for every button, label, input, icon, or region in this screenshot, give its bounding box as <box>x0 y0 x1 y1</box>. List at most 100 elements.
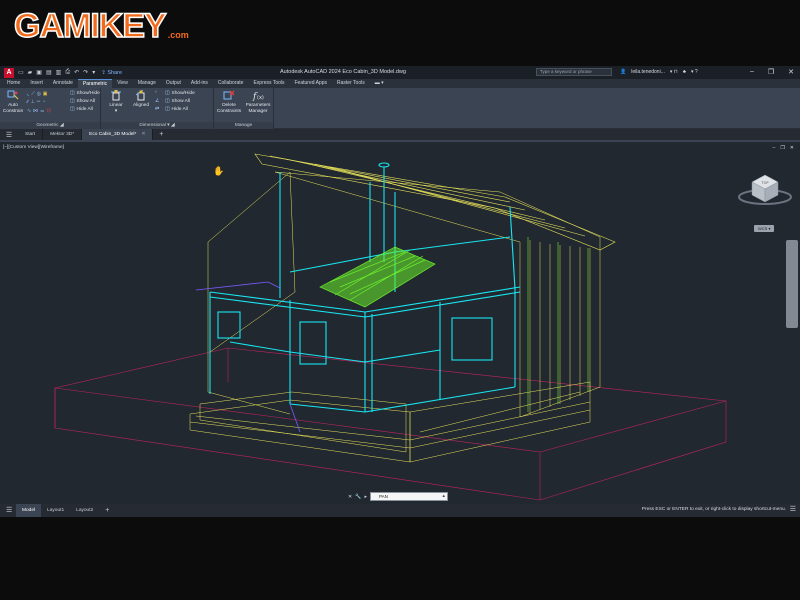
print-icon[interactable]: ▥ <box>56 69 62 76</box>
tab-raster-tools[interactable]: Raster Tools <box>332 79 370 88</box>
geometric-row-1: ⌞ ⟋ ◎ ▣ <box>27 91 51 98</box>
geometric-row-3: ∿ ⋈ ＝ ⊡ <box>27 108 51 115</box>
dimensional-show-hide-button[interactable]: ◫ Show/Hide <box>165 91 195 96</box>
saveas-icon[interactable]: ▤ <box>46 69 52 76</box>
new-layout-icon[interactable]: + <box>99 504 115 517</box>
doc-tab-start[interactable]: Start <box>18 129 44 140</box>
parameters-manager-button[interactable]: f (x) Parameters Manager <box>244 90 272 114</box>
search-input[interactable]: Type a keyword or phrase <box>536 68 612 76</box>
dimensional-hide-all-button[interactable]: ◫ Hide All <box>165 107 195 112</box>
vp-restore-icon[interactable]: ❐ <box>780 145 784 151</box>
parameters-manager-icon: f (x) <box>252 92 264 101</box>
restore-icon[interactable]: ❐ <box>768 68 774 76</box>
geometric-show-hide-button[interactable]: ◫ Show/Hide <box>70 91 100 96</box>
logo-brand: GAMIKEY <box>13 6 167 46</box>
doc-tab-eco-cabin[interactable]: Eco Cabin_3D Model* ✕ <box>82 129 154 140</box>
angular-icon[interactable]: ∠ <box>155 99 159 104</box>
ribbon-options-icon[interactable]: ▬ ▾ <box>370 79 389 88</box>
linear-button[interactable]: Linear ▾ <box>107 90 125 114</box>
new-icon[interactable]: ▭ <box>18 69 24 76</box>
drawing-viewport[interactable]: TOP ✋ [–][Custom View][Wireframe] – ❐ ✕ … <box>0 142 800 504</box>
doc-tab-mektor[interactable]: Mektor 3D* <box>43 129 83 140</box>
wcs-menu[interactable]: WCS ▾ <box>754 225 775 232</box>
vp-close-icon[interactable]: ✕ <box>790 145 794 151</box>
geometric-show-all-button[interactable]: ◫ Show All <box>70 99 100 104</box>
window-front-right <box>451 317 493 361</box>
convert-icon[interactable]: ⇄ <box>155 107 159 112</box>
symmetric-icon[interactable]: ⋈ <box>33 109 38 114</box>
manage-panel-title[interactable]: Manage <box>214 122 273 129</box>
close-tab-icon[interactable]: ✕ <box>141 132 145 137</box>
roof-outline <box>254 153 616 251</box>
concentric-icon[interactable]: ◎ <box>37 92 41 97</box>
viewport-controls-label[interactable]: [–][Custom View][Wireframe] <box>3 145 64 150</box>
minimize-icon[interactable]: – <box>750 68 754 76</box>
user-icon[interactable]: 👤 <box>620 69 626 75</box>
share-button[interactable]: ⇪ Share <box>101 70 122 76</box>
cmd-close-icon[interactable]: ✕ <box>348 494 352 500</box>
collinear-icon[interactable]: ⟋ <box>31 91 34 97</box>
command-input[interactable]: PAN ▴ <box>369 492 448 501</box>
lock-icon[interactable]: ▣ <box>43 92 48 97</box>
dimensional-show-all-button[interactable]: ◫ Show All <box>165 99 195 104</box>
parallel-icon[interactable]: ∕∕ <box>27 100 29 105</box>
tab-addins[interactable]: Add-ins <box>186 79 213 88</box>
dimensional-panel: Linear ▾ Aligned ◜ ∠ ⇄ ◫ Show/Hide ◫ Sho… <box>101 88 214 129</box>
plot-icon[interactable]: ⎙ <box>65 69 70 76</box>
undo-icon[interactable]: ↶ <box>74 69 79 76</box>
redo-icon[interactable]: ↷ <box>83 69 88 76</box>
horizontal-icon[interactable]: ═ <box>37 100 40 105</box>
tab-annotate[interactable]: Annotate <box>48 79 78 88</box>
tab-output[interactable]: Output <box>161 79 186 88</box>
tab-collaborate[interactable]: Collaborate <box>213 79 249 88</box>
auto-constrain-button[interactable]: Auto Constrain <box>2 90 24 114</box>
cart-icon[interactable]: ▾ ⊓ <box>670 69 678 75</box>
menu-icon[interactable]: ☰ <box>0 131 18 139</box>
layout-tab-layout2[interactable]: Layout2 <box>70 504 99 517</box>
exchange-icon[interactable]: ♣ <box>683 69 686 75</box>
geometric-hide-all-button[interactable]: ◫ Hide All <box>70 107 100 112</box>
close-icon[interactable]: ✕ <box>788 68 794 76</box>
delete-constraints-button[interactable]: Delete Constraints <box>216 90 242 114</box>
autocad-app-button[interactable]: A <box>4 67 14 78</box>
open-icon[interactable]: ▰ <box>28 69 33 76</box>
layout-tab-model[interactable]: Model <box>16 504 42 517</box>
equal-icon[interactable]: ＝ <box>40 108 45 115</box>
vp-minimize-icon[interactable]: – <box>773 145 776 151</box>
geometric-panel-title[interactable]: Geometric ◢ <box>0 122 100 129</box>
viewcube[interactable]: TOP <box>738 174 792 205</box>
tab-view[interactable]: View <box>112 79 133 88</box>
status-bar: ☰ Model Layout1 Layout2 + Press ESC or E… <box>0 504 800 517</box>
cmd-settings-icon[interactable]: 🔧 <box>355 494 361 500</box>
user-name[interactable]: leila.tenedoni... <box>631 69 665 75</box>
roof-siding-green <box>527 237 589 412</box>
dim-hide-all-icon: ◫ <box>165 107 170 112</box>
new-tab-icon[interactable]: + <box>153 131 169 138</box>
dropdown-icon[interactable]: ▾ <box>92 69 95 76</box>
dim-show-all-icon: ◫ <box>165 99 170 104</box>
tangent-icon[interactable]: ◔ <box>42 100 45 105</box>
tab-insert[interactable]: Insert <box>25 79 48 88</box>
fix-icon[interactable]: ⊡ <box>47 109 51 114</box>
aligned-button[interactable]: Aligned <box>131 90 151 109</box>
save-icon[interactable]: ▣ <box>36 69 42 76</box>
tab-express-tools[interactable]: Express Tools <box>248 79 289 88</box>
gamikey-logo: GAMIKEY .com <box>13 2 188 46</box>
layout-menu-icon[interactable]: ☰ <box>0 504 16 517</box>
perpendicular-icon[interactable]: ⊥ <box>31 100 35 105</box>
aligned-label: Aligned <box>132 103 149 108</box>
dimensional-panel-title[interactable]: Dimensional ▾ ◢ <box>101 122 213 129</box>
status-customize-icon[interactable]: ☰ <box>790 505 796 513</box>
tab-manage[interactable]: Manage <box>133 79 161 88</box>
tab-featured-apps[interactable]: Featured Apps <box>290 79 333 88</box>
help-icon[interactable]: ▾ ? <box>691 69 698 75</box>
radial-icon[interactable]: ◜ <box>155 91 159 96</box>
navigation-bar[interactable] <box>786 240 798 328</box>
command-history-icon[interactable]: ▴ <box>442 493 445 500</box>
tab-home[interactable]: Home <box>2 79 25 88</box>
autocad-window: A ▭ ▰ ▣ ▤ ▥ ⎙ ↶ ↷ ▾ ⇪ Share Autodesk Aut… <box>0 66 800 517</box>
smooth-icon[interactable]: ∿ <box>27 109 31 114</box>
layout-tab-layout1[interactable]: Layout1 <box>41 504 70 517</box>
tab-parametric[interactable]: Parametric <box>77 79 113 88</box>
coincident-icon[interactable]: ⌞ <box>27 92 29 97</box>
